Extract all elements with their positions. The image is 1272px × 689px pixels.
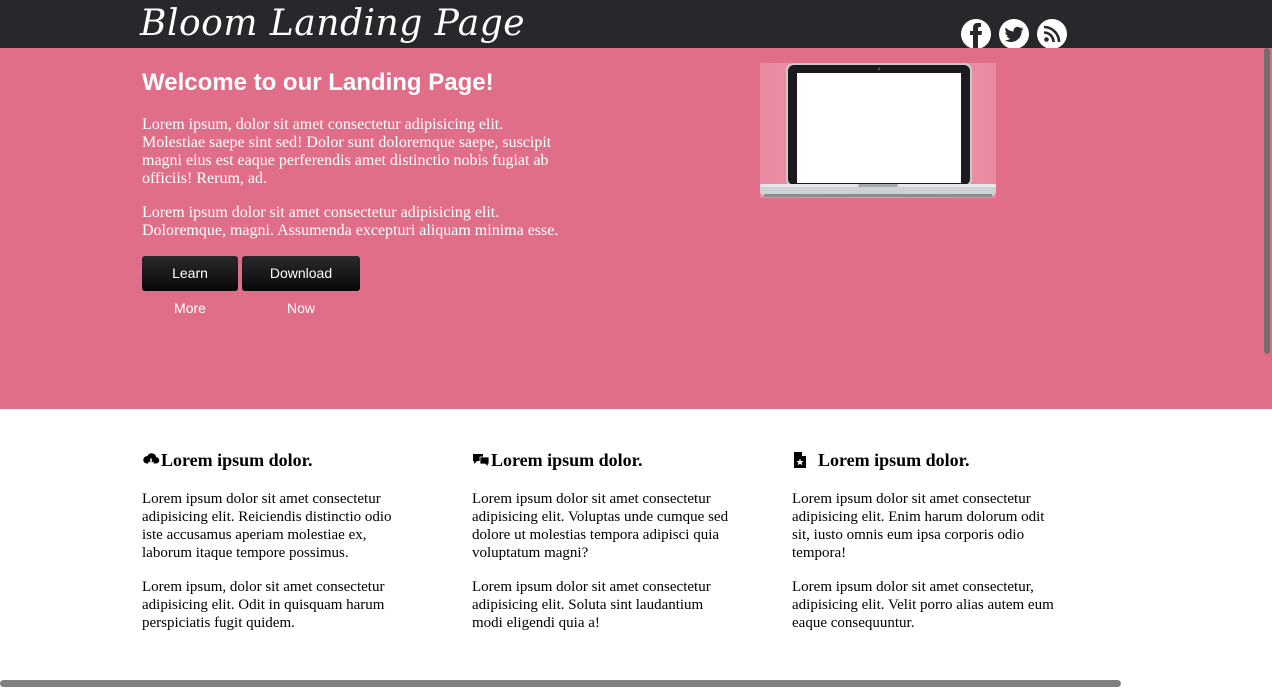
- hero-title: Welcome to our Landing Page!: [142, 69, 494, 96]
- cloud-download-icon: [142, 451, 160, 469]
- file-star-icon: [792, 451, 808, 469]
- feature-column-3: Lorem ipsum dolor. Lorem ipsum dolor sit…: [792, 448, 1057, 632]
- feature-paragraph: Lorem ipsum dolor sit amet consectetur a…: [472, 491, 729, 561]
- facebook-icon[interactable]: [960, 18, 992, 50]
- feature-column-2: Lorem ipsum dolor. Lorem ipsum dolor sit…: [472, 448, 737, 632]
- vertical-scrollbar[interactable]: [1264, 48, 1270, 354]
- feature-title: Lorem ipsum dolor.: [161, 450, 313, 470]
- laptop-image: [760, 63, 996, 198]
- feature-paragraph: Lorem ipsum dolor sit amet consectetur, …: [792, 579, 1054, 631]
- laptop-icon: [760, 63, 996, 197]
- feature-paragraph: Lorem ipsum, dolor sit amet consectetur …: [142, 579, 385, 631]
- download-now-button[interactable]: Download Now: [242, 256, 360, 316]
- hero-paragraph-1: Lorem ipsum, dolor sit amet consectetur …: [142, 116, 552, 187]
- feature-paragraph: Lorem ipsum dolor sit amet consectetur a…: [142, 491, 392, 561]
- comments-icon: [472, 451, 490, 469]
- feature-column-1: Lorem ipsum dolor. Lorem ipsum dolor sit…: [142, 448, 407, 632]
- horizontal-scrollbar[interactable]: [0, 680, 1121, 687]
- social-links: [960, 18, 1068, 50]
- rss-icon[interactable]: [1036, 18, 1068, 50]
- learn-more-button[interactable]: Learn More: [142, 256, 238, 316]
- feature-paragraph: Lorem ipsum dolor sit amet consectetur a…: [472, 579, 711, 631]
- feature-paragraph: Lorem ipsum dolor sit amet consectetur a…: [792, 491, 1045, 561]
- brand-logo[interactable]: Bloom Landing Page: [140, 2, 525, 46]
- twitter-icon[interactable]: [998, 18, 1030, 50]
- hero-paragraph-2: Lorem ipsum dolor sit amet consectetur a…: [142, 204, 559, 239]
- feature-title: Lorem ipsum dolor.: [491, 450, 643, 470]
- hero-section: Welcome to our Landing Page! Lorem ipsum…: [0, 48, 1272, 409]
- feature-title: Lorem ipsum dolor.: [818, 450, 970, 470]
- top-navbar: Bloom Landing Page: [0, 0, 1272, 50]
